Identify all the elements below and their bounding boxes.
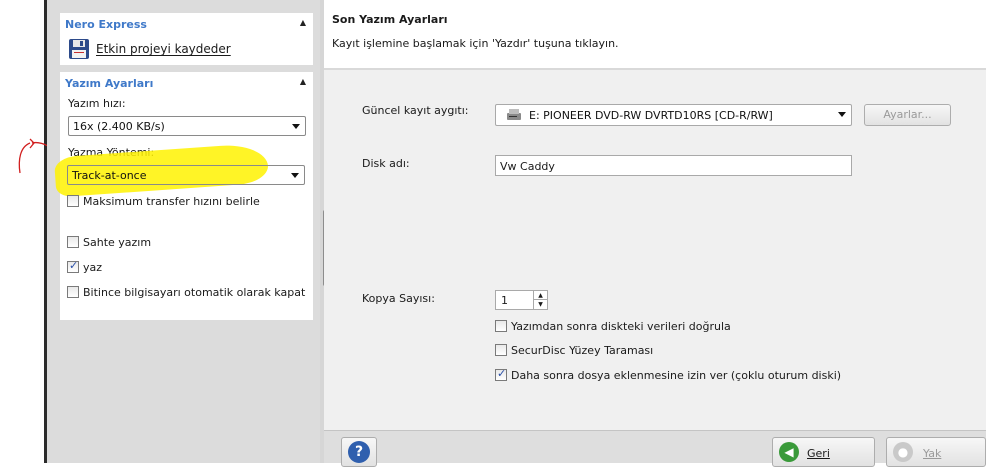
back-label: Geri (807, 447, 830, 460)
recorder-value: E: PIONEER DVD-RW DVRTD10RS [CD-R/RW] (529, 109, 773, 122)
multisession-label: Daha sonra dosya eklenmesine izin ver (ç… (511, 369, 842, 382)
recorder-dropdown[interactable]: E: PIONEER DVD-RW DVRTD10RS [CD-R/RW] (495, 104, 852, 126)
shutdown-checkbox[interactable] (67, 286, 79, 298)
burn-label: Yak (923, 447, 942, 460)
max-transfer-checkbox[interactable] (67, 195, 79, 207)
copies-value: 1 (501, 294, 508, 307)
collapse-up-icon[interactable]: ▲ (300, 18, 306, 27)
dropdown-arrow-icon (292, 124, 300, 129)
disc-name-input[interactable]: Vw Caddy (495, 155, 852, 176)
securdisc-label: SecurDisc Yüzey Taraması (511, 344, 654, 357)
save-project-link[interactable]: Etkin projeyi kaydeder (96, 42, 231, 56)
window-frame (0, 0, 47, 463)
dropdown-arrow-icon (291, 173, 299, 178)
method-dropdown[interactable]: Track-at-once (67, 165, 305, 185)
disc-name-label: Disk adı: (362, 157, 410, 170)
simulate-checkbox[interactable] (67, 236, 79, 248)
speed-dropdown[interactable]: 16x (2.400 KB/s) (68, 116, 306, 136)
panel-title: Nero Express (65, 18, 147, 31)
panel-header[interactable]: Nero Express ▲ (61, 14, 312, 34)
task-pane: Nero Express ▲ Etkin projeyi kaydeder Ya… (47, 0, 320, 463)
page-title: Son Yazım Ayarları (332, 13, 448, 26)
max-transfer-label: Maksimum transfer hızını belirle (83, 195, 260, 208)
write-label: yaz (83, 261, 103, 274)
back-arrow-icon: ◀ (779, 442, 799, 462)
speed-value: 16x (2.400 KB/s) (73, 120, 165, 133)
method-value: Track-at-once (72, 169, 147, 182)
panel-header[interactable]: Yazım Ayarları ▲ (61, 73, 312, 93)
simulate-label: Sahte yazım (83, 236, 152, 249)
nero-express-panel: Nero Express ▲ Etkin projeyi kaydeder (60, 13, 313, 65)
securdisc-checkbox[interactable] (495, 344, 507, 356)
verify-label: Yazımdan sonra diskteki verileri doğrula (511, 320, 731, 333)
spin-up-icon[interactable]: ▲ (533, 291, 547, 300)
page-subtitle: Kayıt işlemine başlamak için 'Yazdır' tu… (332, 37, 619, 50)
spin-down-icon[interactable]: ▼ (533, 300, 547, 309)
write-checkbox[interactable] (67, 259, 79, 273)
floppy-disk-icon[interactable] (68, 38, 90, 60)
help-icon: ? (348, 441, 370, 463)
panel-title: Yazım Ayarları (65, 77, 154, 90)
main-content: Güncel kayıt aygıtı: E: PIONEER DVD-RW D… (324, 70, 986, 430)
drive-icon (506, 108, 522, 121)
main-header: Son Yazım Ayarları Kayıt işlemine başlam… (324, 0, 986, 70)
copies-spinner[interactable]: 1 ▲ ▼ (495, 290, 548, 310)
copies-label: Kopya Sayısı: (362, 292, 435, 305)
burn-icon: ● (893, 442, 913, 462)
collapse-up-icon[interactable]: ▲ (300, 77, 306, 86)
settings-button[interactable]: Ayarlar... (864, 104, 951, 126)
bottom-bar: ? ◀ Geri ● Yak (324, 430, 986, 467)
multisession-checkbox[interactable] (495, 367, 507, 381)
recorder-label: Güncel kayıt aygıtı: (362, 104, 469, 117)
shutdown-label: Bitince bilgisayarı otomatik olarak kapa… (83, 286, 306, 299)
dropdown-arrow-icon (838, 112, 846, 117)
verify-checkbox[interactable] (495, 320, 507, 332)
speed-label: Yazım hızı: (68, 97, 126, 110)
